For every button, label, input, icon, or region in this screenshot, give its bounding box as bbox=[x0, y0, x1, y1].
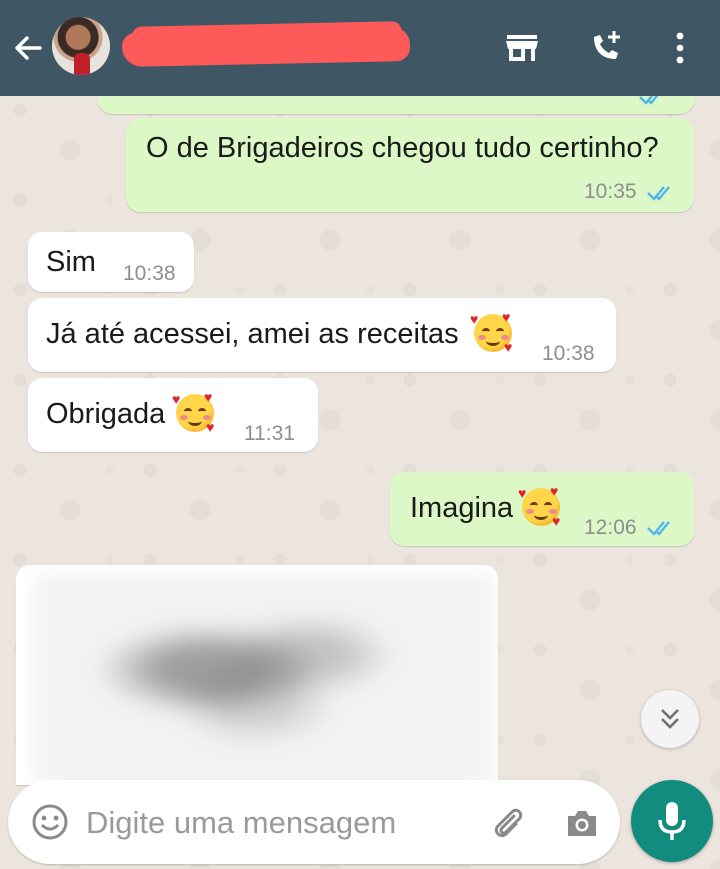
blurred-image-message[interactable] bbox=[16, 565, 498, 785]
contact-name-redacted[interactable] bbox=[121, 26, 411, 68]
chat-header bbox=[0, 0, 720, 96]
smiling-face-with-hearts-icon: ♥ ♥ ♥ bbox=[172, 389, 215, 435]
message-text: Sim bbox=[46, 246, 96, 278]
message-text: Já até acessei, amei as receitas bbox=[46, 318, 459, 350]
smiling-face-with-hearts-icon: ♥ ♥ ♥ bbox=[470, 309, 513, 355]
message-bubble-outgoing[interactable]: Imagina ♥ ♥ ♥ 12:06 bbox=[390, 472, 694, 546]
read-ticks-icon bbox=[647, 186, 670, 201]
contact-avatar[interactable] bbox=[52, 17, 110, 75]
message-text: O de Brigadeiros chegou tudo certinho? bbox=[146, 132, 659, 164]
smiling-face-with-hearts-icon: ♥ ♥ ♥ bbox=[518, 483, 561, 529]
message-composer bbox=[8, 780, 620, 864]
add-call-icon[interactable] bbox=[586, 27, 626, 67]
message-bubble-incoming[interactable]: Sim 10:38 bbox=[28, 232, 194, 292]
microphone-icon bbox=[658, 802, 686, 840]
message-text: Imagina bbox=[410, 492, 514, 524]
message-bubble-incoming[interactable]: Já até acessei, amei as receitas ♥ ♥ ♥ 1… bbox=[28, 298, 616, 372]
blurred-image bbox=[34, 575, 494, 785]
message-time: 12:06 bbox=[584, 516, 637, 539]
read-ticks-icon bbox=[647, 521, 670, 536]
message-time: 10:35 bbox=[584, 180, 637, 203]
message-bubble-outgoing[interactable]: O de Brigadeiros chegou tudo certinho? 1… bbox=[126, 118, 694, 212]
store-icon[interactable] bbox=[503, 29, 541, 67]
message-time: 10:38 bbox=[123, 262, 176, 285]
camera-icon[interactable] bbox=[562, 804, 602, 844]
paperclip-icon[interactable] bbox=[488, 804, 528, 844]
message-input[interactable] bbox=[84, 800, 468, 846]
arrow-left-icon[interactable] bbox=[10, 30, 46, 66]
scroll-to-bottom-button[interactable] bbox=[641, 690, 699, 748]
voice-message-button[interactable] bbox=[631, 780, 713, 862]
message-bubble-incoming[interactable]: Obrigada ♥ ♥ ♥ 11:31 bbox=[28, 378, 318, 452]
message-time: 11:31 bbox=[244, 422, 295, 445]
message-text: Obrigada bbox=[46, 398, 166, 430]
double-chevron-down-icon bbox=[661, 709, 679, 729]
more-vertical-icon[interactable] bbox=[670, 30, 690, 66]
message-time: 10:38 bbox=[542, 342, 595, 365]
emoji-icon[interactable] bbox=[30, 802, 70, 842]
